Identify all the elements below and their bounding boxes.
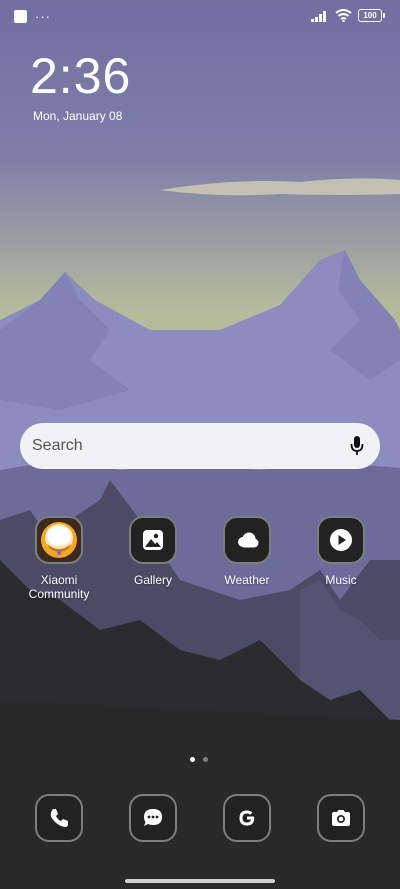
- phone-glyph: [50, 809, 68, 827]
- cloud-glyph: [238, 532, 259, 548]
- xiaomi-community-icon[interactable]: [35, 516, 83, 564]
- music-icon[interactable]: [317, 516, 365, 564]
- xiaomi-community-glyph: [41, 522, 77, 558]
- app-grid: Xiaomi Community Gallery Weather Music: [0, 516, 400, 616]
- app-label: Music: [325, 573, 357, 587]
- wifi-icon: [335, 9, 352, 22]
- app-label: Xiaomi Community: [19, 573, 99, 601]
- signal-icon: [311, 10, 326, 22]
- camera-glyph: [332, 810, 350, 826]
- dock: [0, 794, 400, 842]
- clock-time[interactable]: 2:36: [30, 48, 131, 104]
- gallery-glyph: [143, 530, 163, 550]
- app-label: Weather: [224, 573, 270, 587]
- app-weather[interactable]: Weather: [207, 516, 287, 587]
- weather-icon[interactable]: [223, 516, 271, 564]
- phone-icon[interactable]: [35, 794, 83, 842]
- google-icon[interactable]: [223, 794, 271, 842]
- status-right: 100: [311, 9, 385, 22]
- app-label-text: Xiaomi Community: [28, 573, 90, 601]
- app-gallery[interactable]: Gallery: [113, 516, 193, 587]
- clock-date[interactable]: Mon, January 08: [33, 109, 122, 123]
- app-xiaomi-community[interactable]: Xiaomi Community: [19, 516, 99, 601]
- page-indicator: [190, 757, 208, 762]
- battery-level: 100: [363, 11, 377, 20]
- notification-square-icon: [14, 10, 27, 23]
- search-bar[interactable]: Search: [20, 423, 380, 469]
- page-dot-active: [190, 757, 195, 762]
- battery-icon: 100: [358, 9, 385, 22]
- google-glyph: [239, 810, 255, 826]
- microphone-icon[interactable]: [350, 435, 364, 457]
- messages-glyph: [144, 809, 162, 826]
- play-glyph: [330, 529, 352, 551]
- app-label: Gallery: [133, 573, 172, 587]
- status-bar: ··· 100: [0, 0, 400, 34]
- search-placeholder: Search: [32, 437, 83, 454]
- page-dot: [203, 757, 208, 762]
- status-left: ···: [14, 10, 51, 23]
- gallery-icon[interactable]: [129, 516, 177, 564]
- messages-icon[interactable]: [129, 794, 177, 842]
- home-indicator[interactable]: [125, 879, 275, 883]
- app-music[interactable]: Music: [301, 516, 381, 587]
- overflow-indicator: ···: [35, 9, 51, 24]
- camera-icon[interactable]: [317, 794, 365, 842]
